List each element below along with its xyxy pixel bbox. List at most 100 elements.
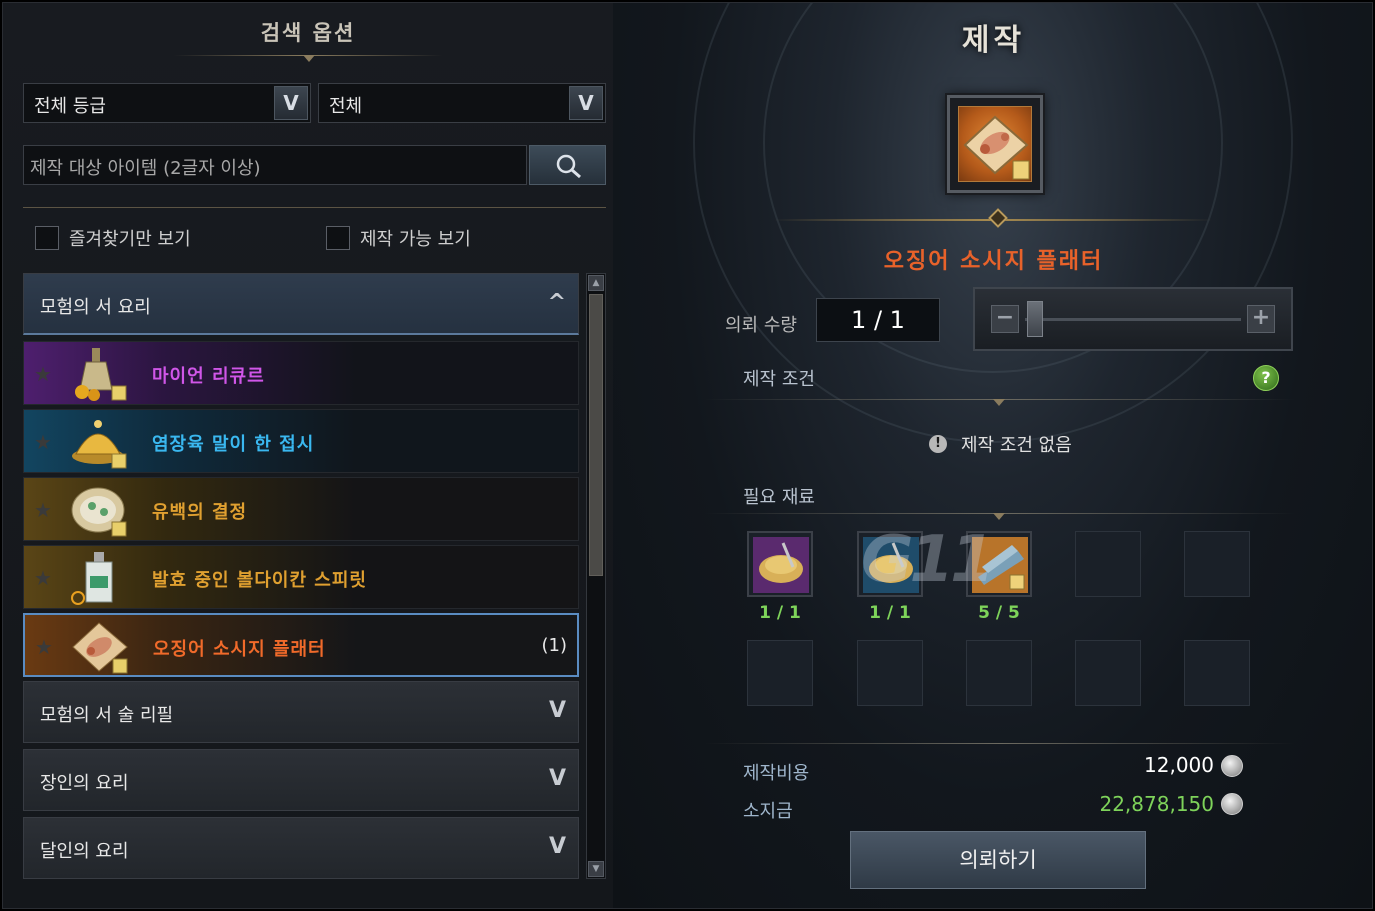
checkbox-box[interactable] [326, 226, 350, 250]
type-select[interactable]: 전체 V [318, 83, 606, 123]
material-slot-empty [1075, 531, 1141, 597]
recipe-item[interactable]: ★ 마이언 리큐르 [23, 341, 579, 405]
spirit-bottle-icon [71, 552, 113, 605]
slider-track[interactable] [1025, 318, 1241, 321]
watermark: G11 [861, 523, 995, 597]
recipe-name: 마이언 리큐르 [152, 366, 265, 387]
material-qty: 1 / 1 [759, 603, 801, 623]
search-placeholder: 제작 대상 아이템 (2글자 이상) [30, 158, 261, 179]
quantity-slider[interactable]: − + [973, 287, 1293, 351]
crafting-window: 검색 옵션 전체 등급 V 전체 V 제작 대상 아이템 (2글자 이상) 즐겨… [2, 2, 1373, 909]
recipe-name: 발효 중인 볼다이칸 스피릿 [152, 570, 367, 591]
material-qty: 5 / 5 [978, 603, 1020, 623]
selected-item-background [958, 106, 1032, 182]
recipe-item[interactable]: ★ 유백의 결정 [23, 477, 579, 541]
section-notch [993, 513, 1005, 520]
material-slot-empty [747, 640, 813, 706]
craft-panel: 제작 오징어 소시지 플래터 의뢰 수량 1 / 1 − + 제작 조건 ? !… [613, 3, 1372, 908]
material-slot[interactable] [747, 531, 813, 597]
list-scrollbar[interactable]: ▲ ▼ [586, 273, 606, 879]
chevron-down-icon: V [548, 834, 566, 859]
recipe-item[interactable]: ★ 발효 중인 볼다이칸 스피릿 [23, 545, 579, 609]
covered-dish-icon [72, 420, 127, 469]
material-slot-empty [857, 640, 923, 706]
recipe-name: 유백의 결정 [152, 502, 248, 523]
scroll-thumb[interactable] [589, 294, 603, 576]
minus-icon[interactable]: − [991, 305, 1019, 333]
category-label: 장인의 요리 [40, 773, 129, 794]
category-label: 모험의 서 술 리필 [40, 705, 174, 726]
divider [23, 207, 606, 208]
material-slot-empty [1184, 640, 1250, 706]
craft-cost-label: 제작비용 [743, 763, 810, 784]
chevron-up-icon: ^ [547, 290, 566, 315]
silver-coin-icon [1221, 755, 1243, 777]
no-condition-row: ! 제작 조건 없음 [929, 431, 1072, 457]
search-input[interactable]: 제작 대상 아이템 (2글자 이상) [23, 145, 527, 185]
category-label: 달인의 요리 [40, 841, 129, 862]
search-panel: 검색 옵션 전체 등급 V 전체 V 제작 대상 아이템 (2글자 이상) 즐겨… [3, 3, 613, 908]
section-divider [705, 743, 1295, 744]
condition-label: 제작 조건 [743, 369, 815, 390]
crystal-plate-icon [71, 487, 127, 537]
craft-cost-value: 12,000 [1144, 753, 1214, 777]
favorite-star-icon[interactable]: ★ [34, 566, 52, 590]
search-icon [556, 154, 581, 179]
recipe-name: 오징어 소시지 플래터 [153, 639, 326, 660]
no-condition-text: 제작 조건 없음 [961, 435, 1072, 456]
plus-icon[interactable]: + [1247, 305, 1275, 333]
grade-select-value: 전체 등급 [34, 96, 106, 117]
category-artisan-cooking[interactable]: 장인의 요리 V [23, 749, 579, 811]
chevron-down-icon[interactable]: V [569, 86, 603, 120]
favorites-only-checkbox[interactable]: 즐겨찾기만 보기 [35, 225, 191, 251]
category-adventure-drink-refill[interactable]: 모험의 서 술 리필 V [23, 681, 579, 743]
quantity-value[interactable]: 1 / 1 [816, 298, 940, 342]
chevron-down-icon: V [548, 766, 566, 791]
info-icon: ! [929, 435, 947, 453]
category-adventure-cooking[interactable]: 모험의 서 요리 ^ [23, 273, 579, 335]
favorite-star-icon[interactable]: ★ [34, 430, 52, 454]
squid-sausage-platter-icon [72, 622, 128, 674]
slider-thumb[interactable] [1027, 301, 1043, 337]
checkbox-box[interactable] [35, 226, 59, 250]
category-label: 모험의 서 요리 [40, 297, 151, 318]
gold-value: 22,878,150 [1099, 792, 1214, 816]
search-panel-title: 검색 옵션 [260, 21, 356, 45]
help-icon[interactable]: ? [1253, 365, 1279, 391]
material-slot-empty [966, 640, 1032, 706]
category-master-cooking[interactable]: 달인의 요리 V [23, 817, 579, 879]
chevron-down-icon[interactable]: V [274, 86, 308, 120]
favorite-star-icon[interactable]: ★ [34, 498, 52, 522]
recipe-name: 염장육 말이 한 접시 [152, 434, 315, 455]
craft-title: 제작 [961, 23, 1026, 58]
scroll-down-icon[interactable]: ▼ [588, 861, 604, 877]
request-button[interactable]: 의뢰하기 [850, 831, 1146, 889]
favorite-star-icon[interactable]: ★ [35, 635, 53, 659]
craftable-only-label: 제작 가능 보기 [360, 229, 471, 250]
materials-label: 필요 재료 [743, 487, 815, 508]
craft-count: (1) [541, 635, 568, 656]
quantity-label: 의뢰 수량 [725, 315, 797, 336]
gold-label: 소지금 [743, 801, 793, 822]
chevron-down-icon: V [548, 698, 566, 723]
material-slot-empty [1075, 640, 1141, 706]
favorite-star-icon[interactable]: ★ [34, 362, 52, 386]
selected-item-slot [947, 95, 1043, 193]
liqueur-bottle-icon [75, 348, 127, 401]
craft-item-name: 오징어 소시지 플래터 [883, 249, 1104, 274]
favorites-only-label: 즐겨찾기만 보기 [69, 229, 191, 250]
recipe-item[interactable]: ★ 염장육 말이 한 접시 [23, 409, 579, 473]
section-notch [993, 399, 1005, 406]
silver-coin-icon [1221, 793, 1243, 815]
material-qty: 1 / 1 [869, 603, 911, 623]
type-select-value: 전체 [329, 96, 363, 117]
search-button[interactable] [529, 145, 606, 185]
pasta-bowl-purple-icon [753, 537, 809, 593]
scroll-up-icon[interactable]: ▲ [588, 275, 604, 291]
title-notch [303, 55, 315, 62]
craftable-only-checkbox[interactable]: 제작 가능 보기 [326, 225, 471, 251]
squid-sausage-platter-icon [963, 115, 1030, 180]
grade-select[interactable]: 전체 등급 V [23, 83, 311, 123]
recipe-item-selected[interactable]: ★ 오징어 소시지 플래터 (1) [23, 613, 579, 677]
material-slot-empty [1184, 531, 1250, 597]
